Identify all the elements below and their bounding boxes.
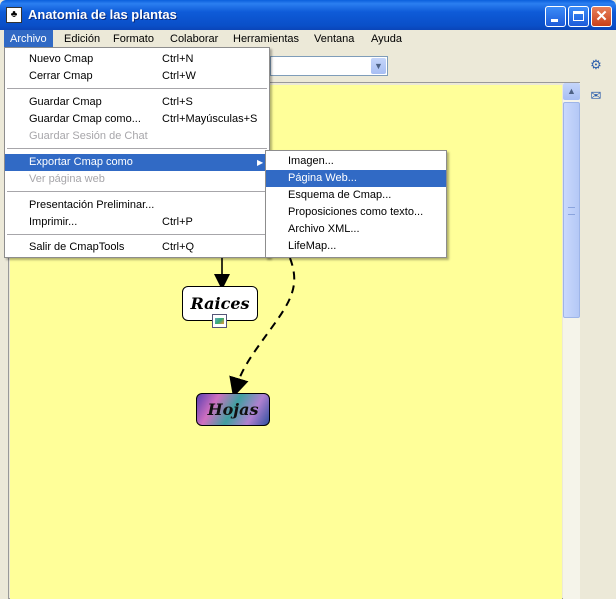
menu-separator [7, 148, 267, 149]
item-label: Nuevo Cmap [29, 53, 94, 65]
item-label: Exportar Cmap como [29, 156, 133, 168]
concept-hojas[interactable]: Hojas [196, 393, 270, 426]
export-proposiciones-texto[interactable]: Proposiciones como texto... [266, 204, 446, 221]
export-pagina-web[interactable]: Página Web... [266, 170, 446, 187]
menu-salir[interactable]: Salir de CmapTools Ctrl+Q [5, 239, 269, 256]
item-label: Imagen... [288, 155, 334, 167]
item-shortcut: Ctrl+S [162, 96, 193, 108]
item-label: Guardar Cmap [29, 96, 102, 108]
menu-separator [7, 88, 267, 89]
grip-icon [568, 207, 575, 215]
menu-separator [7, 191, 267, 192]
menu-presentacion-preliminar[interactable]: Presentación Preliminar... [5, 197, 269, 214]
menu-separator [7, 234, 267, 235]
archivo-menu: Nuevo Cmap Ctrl+N Cerrar Cmap Ctrl+W Gua… [4, 47, 270, 258]
export-esquema-cmap[interactable]: Esquema de Cmap... [266, 187, 446, 204]
link-to-hojas[interactable] [229, 257, 296, 398]
menu-nuevo-cmap[interactable]: Nuevo Cmap Ctrl+N [5, 51, 269, 68]
item-label: Esquema de Cmap... [288, 189, 392, 201]
export-archivo-xml[interactable]: Archivo XML... [266, 221, 446, 238]
submenu-arrow-icon: ▶ [257, 158, 264, 167]
item-label: Imprimir... [29, 216, 78, 228]
item-label: LifeMap... [288, 240, 337, 252]
item-shortcut: Ctrl+N [162, 53, 194, 65]
image-resource-icon[interactable] [212, 314, 227, 328]
item-label: Página Web... [288, 172, 357, 184]
menu-guardar-sesion-chat: Guardar Sesión de Chat [5, 128, 269, 145]
item-label: Guardar Cmap como... [29, 113, 141, 125]
vertical-scrollbar[interactable]: ▲ [563, 83, 580, 599]
export-imagen[interactable]: Imagen... [266, 153, 446, 170]
item-label: Proposiciones como texto... [288, 206, 424, 218]
item-label: Ver página web [29, 173, 105, 185]
item-label: Presentación Preliminar... [29, 199, 155, 211]
item-shortcut: Ctrl+P [162, 216, 193, 228]
item-shortcut: Ctrl+Mayúsculas+S [162, 113, 258, 125]
menu-cerrar-cmap[interactable]: Cerrar Cmap Ctrl+W [5, 68, 269, 85]
menu-imprimir[interactable]: Imprimir... Ctrl+P [5, 214, 269, 231]
scroll-up-icon[interactable]: ▲ [563, 83, 580, 100]
menu-guardar-cmap[interactable]: Guardar Cmap Ctrl+S [5, 94, 269, 111]
scroll-thumb[interactable] [563, 102, 580, 318]
menu-ver-pagina-web: Ver página web [5, 171, 269, 188]
item-shortcut: Ctrl+Q [162, 241, 195, 253]
item-label: Guardar Sesión de Chat [29, 130, 148, 142]
export-lifemap[interactable]: LifeMap... [266, 238, 446, 255]
export-submenu: Imagen... Página Web... Esquema de Cmap.… [265, 150, 447, 258]
item-shortcut: Ctrl+W [162, 70, 196, 82]
item-label: Cerrar Cmap [29, 70, 93, 82]
item-label: Archivo XML... [288, 223, 360, 235]
menu-exportar-cmap[interactable]: Exportar Cmap como ▶ [5, 154, 269, 171]
item-label: Salir de CmapTools [29, 241, 125, 253]
menu-guardar-como[interactable]: Guardar Cmap como... Ctrl+Mayúsculas+S [5, 111, 269, 128]
